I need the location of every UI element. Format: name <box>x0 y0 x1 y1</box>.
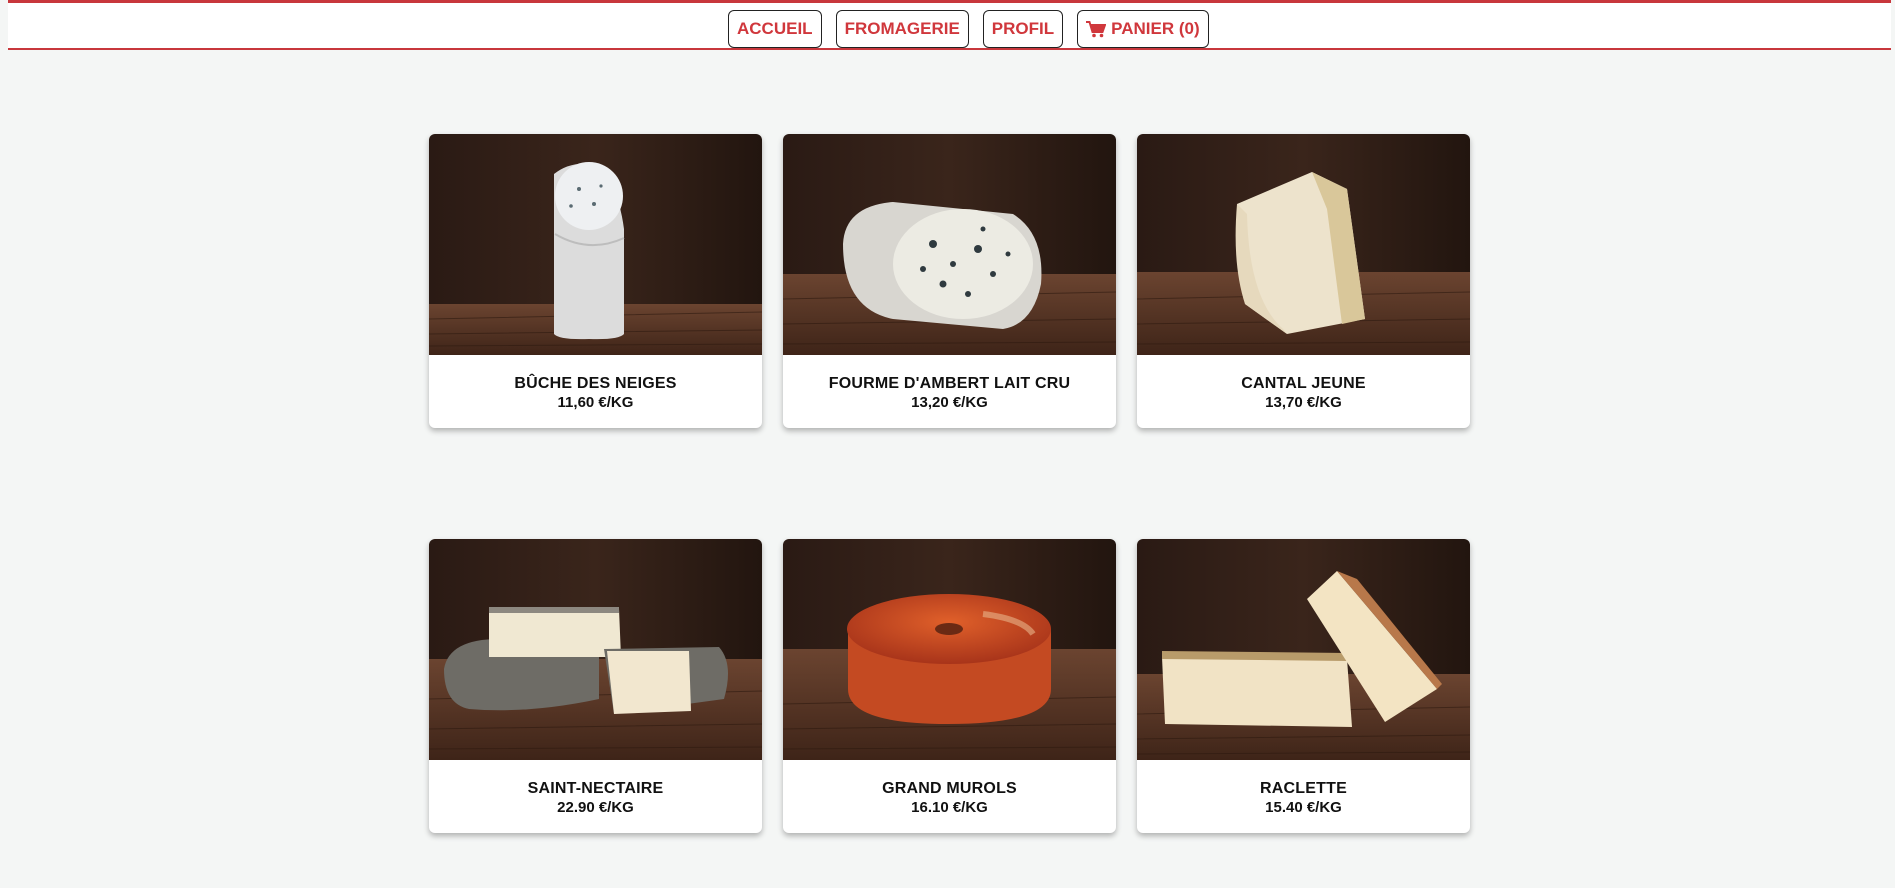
product-name: SAINT-NECTAIRE <box>527 780 664 797</box>
product-price: 22.90 €/KG <box>557 799 634 816</box>
product-name: BÛCHE DES NEIGES <box>514 375 677 392</box>
product-photo-saint-nectaire <box>429 539 762 760</box>
product-price: 13,20 €/KG <box>911 394 988 411</box>
main-nav: ACCUEIL FROMAGERIE PROFIL PANIER (0) <box>728 10 1209 48</box>
product-card[interactable]: SAINT-NECTAIRE 22.90 €/KG <box>429 539 762 833</box>
product-name: CANTAL JEUNE <box>1241 375 1366 392</box>
product-photo-fourme <box>783 134 1116 355</box>
product-price: 15.40 €/KG <box>1265 799 1342 816</box>
nav-home-label: ACCUEIL <box>737 19 813 38</box>
product-info: SAINT-NECTAIRE 22.90 €/KG <box>429 760 762 833</box>
product-price: 16.10 €/KG <box>911 799 988 816</box>
nav-profile-button[interactable]: PROFIL <box>982 10 1064 48</box>
top-navigation-bar: ACCUEIL FROMAGERIE PROFIL PANIER (0) <box>8 0 1891 50</box>
product-card[interactable]: FOURME D'AMBERT LAIT CRU 13,20 €/KG <box>783 134 1116 428</box>
product-info: RACLETTE 15.40 €/KG <box>1137 760 1470 833</box>
nav-profile-label: PROFIL <box>991 19 1055 38</box>
product-name: GRAND MUROLS <box>882 780 1017 797</box>
product-info: CANTAL JEUNE 13,70 €/KG <box>1137 355 1470 428</box>
product-photo-buche <box>429 134 762 355</box>
nav-home-button[interactable]: ACCUEIL <box>728 10 822 48</box>
product-card[interactable]: BÛCHE DES NEIGES 11,60 €/KG <box>429 134 762 428</box>
product-grid: BÛCHE DES NEIGES 11,60 €/KG FOURME D'AMB… <box>429 134 1470 833</box>
product-price: 13,70 €/KG <box>1265 394 1342 411</box>
nav-shop-button[interactable]: FROMAGERIE <box>835 10 969 48</box>
product-name: RACLETTE <box>1260 780 1347 797</box>
nav-shop-label: FROMAGERIE <box>844 19 960 38</box>
product-info: GRAND MUROLS 16.10 €/KG <box>783 760 1116 833</box>
product-photo-cantal <box>1137 134 1470 355</box>
product-card[interactable]: RACLETTE 15.40 €/KG <box>1137 539 1470 833</box>
product-name: FOURME D'AMBERT LAIT CRU <box>828 375 1071 392</box>
product-price: 11,60 €/KG <box>557 394 634 411</box>
nav-cart-label: PANIER (0) <box>1111 19 1200 38</box>
shopping-cart-icon <box>1086 20 1107 38</box>
product-photo-raclette <box>1137 539 1470 760</box>
product-card[interactable]: GRAND MUROLS 16.10 €/KG <box>783 539 1116 833</box>
product-card[interactable]: CANTAL JEUNE 13,70 €/KG <box>1137 134 1470 428</box>
product-info: BÛCHE DES NEIGES 11,60 €/KG <box>429 355 762 428</box>
product-info: FOURME D'AMBERT LAIT CRU 13,20 €/KG <box>783 355 1116 428</box>
product-photo-grand-murols <box>783 539 1116 760</box>
nav-cart-button[interactable]: PANIER (0) <box>1077 10 1209 48</box>
